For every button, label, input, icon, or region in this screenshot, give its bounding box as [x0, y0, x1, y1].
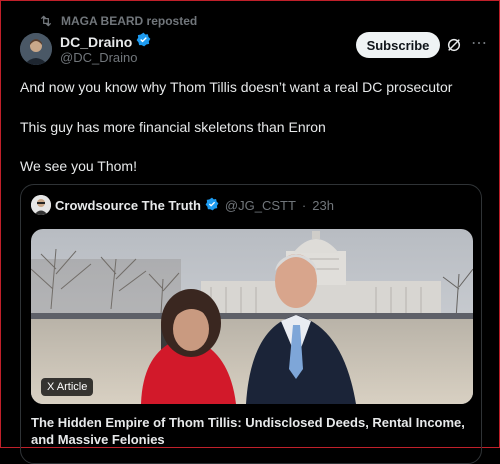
repost-label: MAGA BEARD reposted [61, 14, 198, 28]
article-badge: X Article [41, 378, 94, 396]
quote-author-handle[interactable]: @JG_CSTT [225, 198, 296, 213]
author-handle[interactable]: @DC_Draino [60, 50, 138, 65]
repost-icon [39, 15, 53, 27]
more-icon[interactable]: ⋯ [471, 33, 488, 53]
subscribe-button[interactable]: Subscribe [356, 32, 440, 58]
quote-header[interactable]: Crowdsource The Truth @JG_CSTT · 23h [55, 197, 334, 214]
quote-time[interactable]: 23h [312, 198, 334, 213]
quote-avatar[interactable] [31, 195, 51, 215]
author-name[interactable]: DC_Draino [60, 34, 132, 50]
quoted-post[interactable]: Crowdsource The Truth @JG_CSTT · 23h X A… [20, 184, 482, 464]
author-avatar[interactable] [20, 33, 52, 65]
quote-author-name[interactable]: Crowdsource The Truth [55, 198, 201, 213]
quote-verified-icon [205, 197, 219, 214]
quote-separator: · [301, 198, 307, 213]
article-title[interactable]: The Hidden Empire of Thom Tillis: Undisc… [31, 414, 471, 448]
grok-icon[interactable] [446, 37, 462, 58]
verified-icon [136, 32, 151, 52]
post-text-line-1: And now you know why Thom Tillis doesn’t… [20, 79, 453, 95]
post-text-line-3: We see you Thom! [20, 158, 137, 174]
article-image[interactable]: X Article [31, 229, 473, 404]
repost-indicator[interactable]: MAGA BEARD reposted [39, 14, 197, 28]
post-text-line-2: This guy has more financial skeletons th… [20, 119, 326, 135]
author-name-row[interactable]: DC_Draino [60, 32, 151, 52]
